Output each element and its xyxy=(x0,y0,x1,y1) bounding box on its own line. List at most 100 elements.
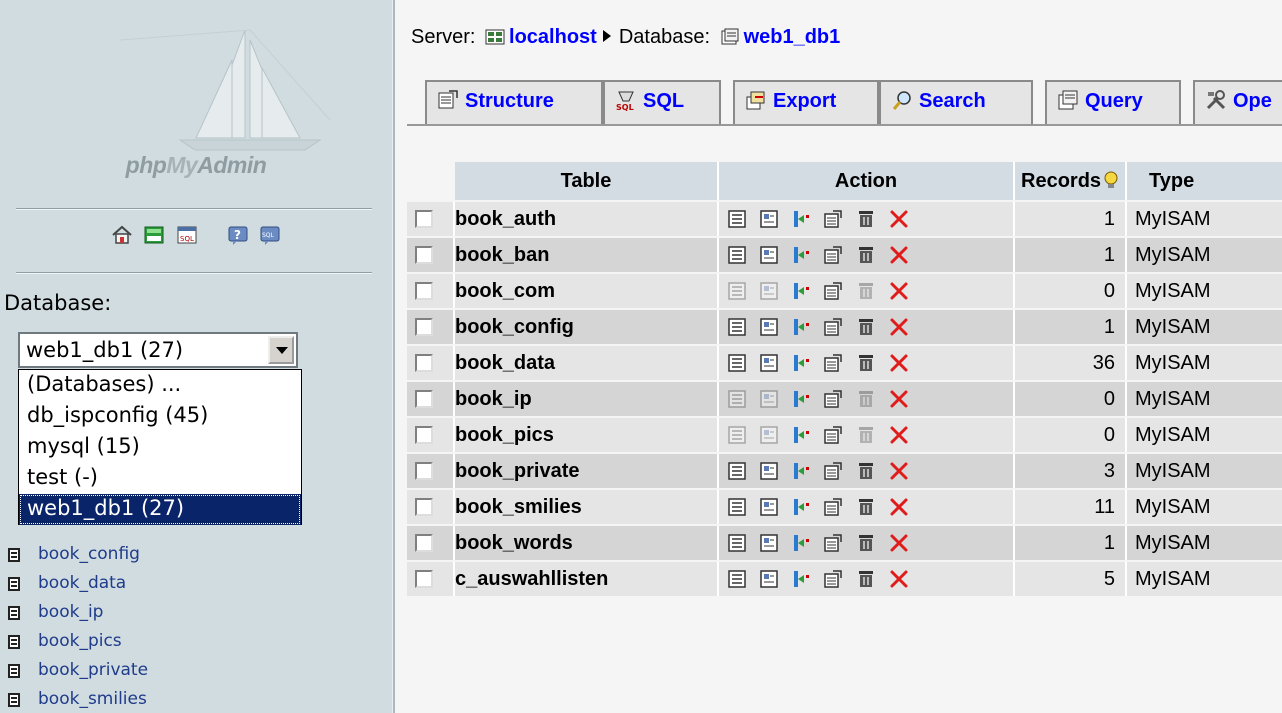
row-select-checkbox[interactable] xyxy=(415,210,433,228)
select-icon[interactable] xyxy=(759,497,779,517)
insert-icon[interactable] xyxy=(791,353,811,373)
empty-table-icon[interactable] xyxy=(856,461,876,481)
select-icon[interactable] xyxy=(759,569,779,589)
empty-table-icon[interactable] xyxy=(856,245,876,265)
insert-icon[interactable] xyxy=(791,497,811,517)
help-icon[interactable]: ? xyxy=(227,224,249,246)
database-option[interactable]: test (-) xyxy=(19,463,301,494)
properties-icon[interactable] xyxy=(823,317,843,337)
select-icon[interactable] xyxy=(759,317,779,337)
column-header-table[interactable]: Table xyxy=(455,162,717,200)
select-icon[interactable] xyxy=(759,425,779,445)
empty-table-icon[interactable] xyxy=(856,497,876,517)
table-name[interactable]: book_ip xyxy=(455,382,532,416)
table-name[interactable]: book_config xyxy=(455,310,574,344)
tab-export[interactable]: Export xyxy=(733,80,879,124)
browse-icon[interactable] xyxy=(727,425,747,445)
row-select-checkbox[interactable] xyxy=(415,390,433,408)
drop-table-icon[interactable] xyxy=(889,245,909,265)
empty-table-icon[interactable] xyxy=(856,425,876,445)
database-option[interactable]: db_ispconfig (45) xyxy=(19,401,301,432)
empty-table-icon[interactable] xyxy=(856,317,876,337)
insert-icon[interactable] xyxy=(791,209,811,229)
table-link-item[interactable]: book_smilies xyxy=(0,685,392,713)
select-icon[interactable] xyxy=(759,209,779,229)
row-select-checkbox[interactable] xyxy=(415,498,433,516)
table-name[interactable]: book_com xyxy=(455,274,555,308)
browse-icon[interactable] xyxy=(727,497,747,517)
insert-icon[interactable] xyxy=(791,461,811,481)
empty-table-icon[interactable] xyxy=(856,389,876,409)
browse-icon[interactable] xyxy=(727,317,747,337)
properties-icon[interactable] xyxy=(823,425,843,445)
table-name[interactable]: book_private xyxy=(455,454,579,488)
drop-table-icon[interactable] xyxy=(889,497,909,517)
browse-icon[interactable] xyxy=(727,209,747,229)
chevron-down-icon[interactable] xyxy=(268,336,294,364)
column-header-type[interactable]: Type xyxy=(1127,162,1282,200)
properties-icon[interactable] xyxy=(823,209,843,229)
breadcrumb-database-link[interactable]: web1_db1 xyxy=(744,26,841,48)
browse-icon[interactable] xyxy=(727,533,747,553)
database-select[interactable]: web1_db1 (27) xyxy=(18,332,298,368)
table-name[interactable]: c_auswahllisten xyxy=(455,562,608,596)
tab-structure[interactable]: Structure xyxy=(425,80,603,124)
select-icon[interactable] xyxy=(759,281,779,301)
table-link-item[interactable]: book_config xyxy=(0,540,392,570)
tab-search[interactable]: Search xyxy=(879,80,1033,124)
browse-icon[interactable] xyxy=(727,281,747,301)
row-select-checkbox[interactable] xyxy=(415,534,433,552)
table-link-item[interactable]: book_data xyxy=(0,569,392,599)
drop-table-icon[interactable] xyxy=(889,353,909,373)
sql-query-icon[interactable]: SQL xyxy=(176,224,198,246)
drop-table-icon[interactable] xyxy=(889,281,909,301)
table-name[interactable]: book_ban xyxy=(455,238,549,272)
tab-sql[interactable]: SQL SQL xyxy=(603,80,721,124)
browse-icon[interactable] xyxy=(727,569,747,589)
select-icon[interactable] xyxy=(759,245,779,265)
lightbulb-hint-icon[interactable] xyxy=(1101,170,1121,190)
insert-icon[interactable] xyxy=(791,281,811,301)
row-select-checkbox[interactable] xyxy=(415,282,433,300)
empty-table-icon[interactable] xyxy=(856,209,876,229)
table-link[interactable]: book_config xyxy=(38,544,140,564)
properties-icon[interactable] xyxy=(823,497,843,517)
empty-table-icon[interactable] xyxy=(856,533,876,553)
select-icon[interactable] xyxy=(759,389,779,409)
properties-icon[interactable] xyxy=(823,389,843,409)
row-select-checkbox[interactable] xyxy=(415,354,433,372)
table-link-item[interactable]: book_ip xyxy=(0,598,392,628)
table-icon[interactable] xyxy=(8,664,20,678)
browse-icon[interactable] xyxy=(727,461,747,481)
properties-icon[interactable] xyxy=(823,281,843,301)
empty-table-icon[interactable] xyxy=(856,569,876,589)
sql-docs-icon[interactable]: SQL xyxy=(259,224,281,246)
table-link-item[interactable]: book_private xyxy=(0,656,392,686)
drop-table-icon[interactable] xyxy=(889,425,909,445)
properties-icon[interactable] xyxy=(823,353,843,373)
row-select-checkbox[interactable] xyxy=(415,570,433,588)
table-link[interactable]: book_data xyxy=(38,573,126,593)
table-icon[interactable] xyxy=(8,635,20,649)
table-link[interactable]: book_smilies xyxy=(38,689,147,709)
properties-icon[interactable] xyxy=(823,461,843,481)
browse-icon[interactable] xyxy=(727,389,747,409)
insert-icon[interactable] xyxy=(791,425,811,445)
table-icon[interactable] xyxy=(8,577,20,591)
database-option[interactable]: mysql (15) xyxy=(19,432,301,463)
insert-icon[interactable] xyxy=(791,569,811,589)
empty-table-icon[interactable] xyxy=(856,353,876,373)
drop-table-icon[interactable] xyxy=(889,461,909,481)
drop-table-icon[interactable] xyxy=(889,533,909,553)
table-link[interactable]: book_pics xyxy=(38,631,122,651)
row-select-checkbox[interactable] xyxy=(415,462,433,480)
table-name[interactable]: book_auth xyxy=(455,202,556,236)
drop-table-icon[interactable] xyxy=(889,317,909,337)
drop-table-icon[interactable] xyxy=(889,209,909,229)
select-icon[interactable] xyxy=(759,353,779,373)
empty-table-icon[interactable] xyxy=(856,281,876,301)
breadcrumb-server-link[interactable]: localhost xyxy=(509,26,597,48)
insert-icon[interactable] xyxy=(791,533,811,553)
table-link[interactable]: book_ip xyxy=(38,602,103,622)
table-icon[interactable] xyxy=(8,693,20,707)
